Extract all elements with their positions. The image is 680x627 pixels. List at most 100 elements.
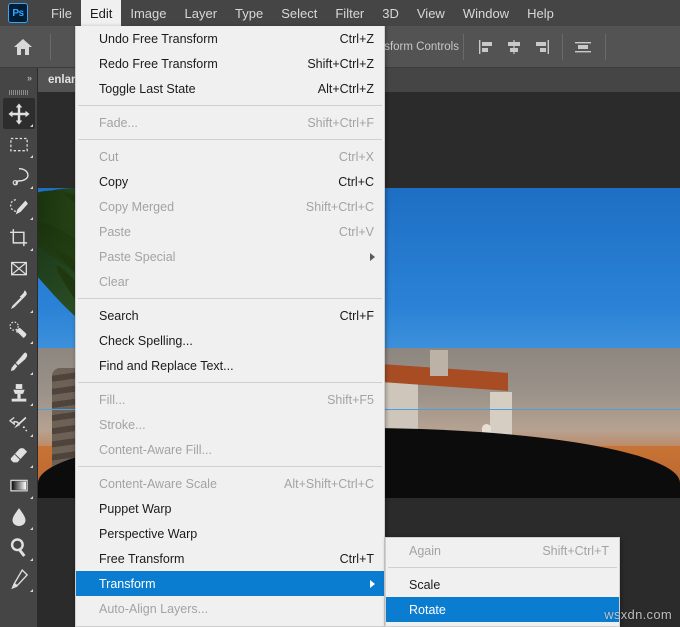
collapse-panel-button[interactable]: » <box>0 70 37 86</box>
menu-item-clear: Clear <box>76 269 384 294</box>
tool-flyout-indicator <box>29 341 33 344</box>
align-top-edges-icon <box>575 41 591 52</box>
options-divider-4 <box>605 33 606 60</box>
move-tool[interactable] <box>2 98 35 129</box>
tool-flyout-indicator <box>29 310 33 313</box>
menu-item-toggle-last-state[interactable]: Toggle Last State Alt+Ctrl+Z <box>76 76 384 101</box>
menu-separator <box>78 139 382 140</box>
dodge-tool[interactable] <box>3 532 35 563</box>
menu-image[interactable]: Image <box>121 0 175 26</box>
menu-layer[interactable]: Layer <box>176 0 227 26</box>
pen-tool[interactable] <box>3 563 35 594</box>
menu-item-transform[interactable]: Transform <box>76 571 384 596</box>
menu-item-label: Stroke... <box>99 417 146 432</box>
tool-flyout-indicator <box>29 589 33 592</box>
menu-item-paste-special: Paste Special <box>76 244 384 269</box>
tool-flyout-indicator <box>29 403 33 406</box>
align-top-edges-button[interactable] <box>571 35 595 59</box>
frame-tool[interactable] <box>3 253 35 284</box>
menu-3d[interactable]: 3D <box>373 0 408 26</box>
menu-item-redo-free-transform[interactable]: Redo Free Transform Shift+Ctrl+Z <box>76 51 384 76</box>
menu-item-copy[interactable]: Copy Ctrl+C <box>76 169 384 194</box>
building-chimney <box>430 350 448 376</box>
menu-item-search[interactable]: Search Ctrl+F <box>76 303 384 328</box>
dodge-tool-icon <box>10 537 25 557</box>
watermark: wsxdn.com <box>604 607 672 622</box>
menu-separator <box>78 466 382 467</box>
menu-item-fill: Fill... Shift+F5 <box>76 387 384 412</box>
menu-item-label: Copy <box>99 174 129 189</box>
menu-item-label: Undo Free Transform <box>99 31 218 46</box>
home-button[interactable] <box>0 26 46 68</box>
blur-tool[interactable] <box>3 501 35 532</box>
menu-bar: Ps File Edit Image Layer Type Select Filter 3D V… <box>0 0 680 26</box>
options-divider-3 <box>562 33 563 60</box>
menu-item-shortcut: Ctrl+C <box>338 174 374 189</box>
menu-window[interactable]: Window <box>454 0 518 26</box>
menu-item-label: Paste <box>99 224 131 239</box>
menu-item-label: Fade... <box>99 115 138 130</box>
menu-item-find-and-replace-text[interactable]: Find and Replace Text... <box>76 353 384 378</box>
menu-item-label: Check Spelling... <box>99 333 193 348</box>
brush-tool-icon <box>10 352 27 371</box>
menu-separator <box>388 567 617 568</box>
gradient-tool[interactable] <box>3 470 35 501</box>
transform-submenu[interactable]: Again Shift+Ctrl+T Scale Rotate Skew <box>385 537 620 627</box>
clone-stamp-tool[interactable] <box>3 377 35 408</box>
menu-item-shortcut: Ctrl+F <box>339 308 374 323</box>
tool-panel-grip[interactable] <box>0 86 37 98</box>
tool-flyout-indicator <box>29 496 33 499</box>
eyedropper-tool[interactable] <box>3 284 35 315</box>
menu-item-skew[interactable]: Skew <box>386 622 619 626</box>
menu-item-label: Puppet Warp <box>99 501 172 516</box>
menu-item-scale[interactable]: Scale <box>386 572 619 597</box>
history-brush-tool[interactable] <box>3 408 35 439</box>
object-selection-tool[interactable] <box>3 191 35 222</box>
menu-item-auto-blend-layers: Auto-Blend Layers... <box>76 621 384 626</box>
spot-healing-brush-tool-icon <box>8 320 26 339</box>
frame-tool-icon <box>10 261 27 275</box>
menu-type[interactable]: Type <box>226 0 272 26</box>
blur-tool-icon <box>12 507 25 526</box>
menu-item-rotate[interactable]: Rotate <box>386 597 619 622</box>
spot-healing-brush-tool[interactable] <box>3 315 35 346</box>
align-right-edges-icon <box>536 39 549 54</box>
align-horizontal-centers-button[interactable] <box>502 35 526 59</box>
rectangular-marquee-tool[interactable] <box>3 129 35 160</box>
menu-edit[interactable]: Edit <box>80 0 122 26</box>
menu-select[interactable]: Select <box>272 0 326 26</box>
tool-list <box>0 98 37 594</box>
menu-item-label: Content-Aware Fill... <box>99 442 213 457</box>
menu-item-label: Transform <box>99 576 156 591</box>
brush-tool[interactable] <box>3 346 35 377</box>
edit-menu-dropdown[interactable]: Undo Free Transform Ctrl+Z Redo Free Trans… <box>75 26 385 627</box>
menu-item-perspective-warp[interactable]: Perspective Warp <box>76 521 384 546</box>
history-brush-tool-icon <box>8 416 27 431</box>
crop-tool[interactable] <box>3 222 35 253</box>
menu-item-label: Rotate <box>409 602 446 617</box>
menu-item-check-spelling[interactable]: Check Spelling... <box>76 328 384 353</box>
menu-item-shortcut: Shift+Ctrl+C <box>305 199 374 214</box>
menu-view[interactable]: View <box>408 0 454 26</box>
tool-flyout-indicator <box>29 527 33 530</box>
menu-item-cut: Cut Ctrl+X <box>76 144 384 169</box>
photoshop-logo-icon: Ps <box>8 3 28 23</box>
menu-item-fade: Fade... Shift+Ctrl+F <box>76 110 384 135</box>
tool-flyout-indicator <box>29 372 33 375</box>
menu-item-shortcut: Ctrl+X <box>338 149 374 164</box>
eraser-tool[interactable] <box>3 439 35 470</box>
menu-item-free-transform[interactable]: Free Transform Ctrl+T <box>76 546 384 571</box>
lasso-tool[interactable] <box>3 160 35 191</box>
menu-item-shortcut: Ctrl+Z <box>339 31 374 46</box>
menu-file[interactable]: File <box>42 0 81 26</box>
menu-help[interactable]: Help <box>518 0 563 26</box>
align-left-edges-button[interactable] <box>474 35 498 59</box>
submenu-arrow-icon <box>370 579 375 588</box>
menu-item-puppet-warp[interactable]: Puppet Warp <box>76 496 384 521</box>
menu-filter[interactable]: Filter <box>326 0 373 26</box>
align-right-edges-button[interactable] <box>530 35 554 59</box>
menu-item-label: Find and Replace Text... <box>99 358 234 373</box>
menu-item-undo-free-transform[interactable]: Undo Free Transform Ctrl+Z <box>76 26 384 51</box>
clone-stamp-tool-icon <box>11 383 26 402</box>
home-icon <box>14 38 32 55</box>
